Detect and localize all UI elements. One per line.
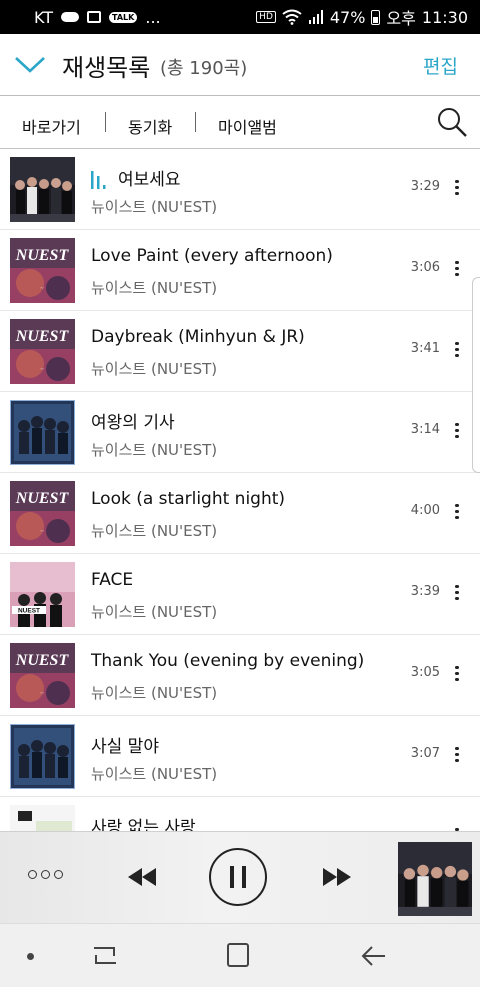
kakaotalk-icon: TALK [109, 11, 138, 23]
mini-player [0, 831, 480, 923]
more-options-icon[interactable] [452, 744, 462, 766]
more-notifications: ... [145, 7, 161, 27]
album-art [10, 157, 75, 222]
song-title: FACE [91, 570, 134, 590]
album-art: NUEST ~ [10, 481, 75, 546]
song-artist: 뉴이스트 (NU'EST) [91, 603, 218, 621]
svg-text:NUEST: NUEST [15, 652, 70, 669]
search-icon[interactable] [436, 106, 468, 138]
gallery-icon [87, 11, 102, 23]
status-bar: KT TALK ... HD 47% 오후 11:30 [0, 0, 480, 34]
signal-icon [308, 10, 323, 24]
battery-icon [371, 9, 381, 25]
song-row[interactable]: NUEST ~ Love Paint (every afternoon) 뉴이스트… [0, 230, 480, 311]
album-art: NUEST ~ [10, 238, 75, 303]
edit-button[interactable]: 편집 [423, 52, 458, 79]
more-options-icon[interactable] [452, 177, 462, 199]
song-artist: 뉴이스트 (NU'EST) [91, 198, 218, 216]
song-title: 여왕의 기사 [91, 413, 175, 433]
svg-text:NUEST: NUEST [15, 247, 70, 264]
navigation-bar [0, 923, 480, 987]
song-title: 사실 말야 [91, 737, 159, 757]
more-options-icon[interactable] [452, 339, 462, 361]
song-artist: 뉴이스트 (NU'EST) [91, 360, 218, 378]
album-art: NUEST [10, 562, 75, 627]
song-row[interactable]: NUEST ~ Daybreak (Minhyun & JR) 뉴이스트 (NU'… [0, 311, 480, 392]
next-icon[interactable] [320, 866, 354, 888]
song-count: (총 190곡) [160, 58, 248, 79]
hd-voice-icon: HD [256, 11, 276, 23]
song-artist: 뉴이스트 (NU'EST) [91, 279, 218, 297]
song-artist: 뉴이스트 (NU'EST) [91, 684, 218, 702]
cloud-icon [61, 12, 80, 22]
home-icon[interactable] [227, 943, 249, 967]
song-list[interactable]: 여보세요뉴이스트 (NU'EST) 3:29 NUEST ~ Love Paint… [0, 149, 480, 831]
previous-icon[interactable] [125, 866, 159, 888]
playlist-header: 재생목록 (총 190곡) 편집 [0, 34, 480, 96]
song-duration: 3:14 [410, 422, 440, 437]
song-title: Daybreak (Minhyun & JR) [91, 327, 305, 347]
wifi-icon [282, 9, 302, 25]
song-duration: 3:41 [410, 341, 440, 356]
song-row[interactable]: NUEST FACE 뉴이스트 (NU'EST) 3:39 [0, 554, 480, 635]
chevron-down-icon[interactable] [14, 52, 46, 76]
song-duration: 3:06 [410, 260, 440, 275]
more-options-icon[interactable] [452, 663, 462, 685]
back-icon[interactable] [360, 944, 386, 968]
song-title: 사랑 없는 사랑 [91, 818, 196, 831]
album-art [10, 724, 75, 789]
player-more-button[interactable] [28, 870, 63, 879]
page-title: 재생목록 [62, 54, 151, 82]
song-row[interactable]: 여왕의 기사뉴이스트 (NU'EST) 3:14 [0, 392, 480, 473]
song-artist: 뉴이스트 (NU'EST) [91, 765, 218, 783]
battery-percent: 47% [329, 7, 366, 27]
more-options-icon[interactable] [452, 420, 462, 442]
song-duration: 3:05 [410, 665, 440, 680]
song-duration: 3:39 [410, 584, 440, 599]
carrier-label: KT [34, 7, 54, 27]
album-art: NUEST ~ [10, 643, 75, 708]
song-title: Thank You (evening by evening) [91, 651, 365, 671]
now-playing-album-art[interactable] [398, 842, 472, 916]
album-art [10, 805, 75, 831]
scroll-handle[interactable] [472, 277, 480, 473]
song-row[interactable]: 사실 말야뉴이스트 (NU'EST) 3:07 [0, 716, 480, 797]
sync-button[interactable]: 동기화 [128, 114, 172, 138]
goto-button[interactable]: 바로가기 [22, 114, 81, 138]
more-options-icon[interactable] [452, 582, 462, 604]
svg-text:NUEST: NUEST [15, 328, 70, 345]
song-row[interactable]: 사랑 없는 사랑 [0, 797, 480, 831]
album-art: NUEST ~ [10, 319, 75, 384]
my-album-button[interactable]: 마이앨범 [218, 114, 277, 138]
song-artist: 뉴이스트 (NU'EST) [91, 522, 218, 540]
song-title: Look (a starlight night) [91, 489, 286, 509]
song-row[interactable]: NUEST ~ Thank You (evening by evening) 뉴이… [0, 635, 480, 716]
toolbar-divider [105, 112, 106, 132]
song-duration: 4:00 [410, 503, 440, 518]
song-duration: 3:29 [410, 179, 440, 194]
svg-text:NUEST: NUEST [15, 490, 70, 507]
svg-text:NUEST: NUEST [18, 608, 40, 615]
song-title: 여보세요 [118, 170, 181, 190]
clock-time: 11:30 [421, 7, 468, 27]
now-playing-icon [91, 171, 106, 189]
song-title: Love Paint (every afternoon) [91, 246, 333, 266]
song-row[interactable]: 여보세요뉴이스트 (NU'EST) 3:29 [0, 149, 480, 230]
recent-apps-icon[interactable] [92, 944, 118, 968]
more-options-icon[interactable] [452, 258, 462, 280]
song-artist: 뉴이스트 (NU'EST) [91, 441, 218, 459]
album-art [10, 400, 75, 465]
song-duration: 3:07 [410, 746, 440, 761]
song-row[interactable]: NUEST ~ Look (a starlight night) 뉴이스트 (NU… [0, 473, 480, 554]
toolbar-divider [195, 112, 196, 132]
pause-button[interactable] [209, 848, 267, 906]
nav-hide-dot[interactable] [27, 953, 34, 960]
more-options-icon[interactable] [452, 501, 462, 523]
clock-ampm: 오후 [386, 9, 416, 28]
playlist-toolbar: 바로가기 동기화 마이앨범 [0, 97, 480, 149]
